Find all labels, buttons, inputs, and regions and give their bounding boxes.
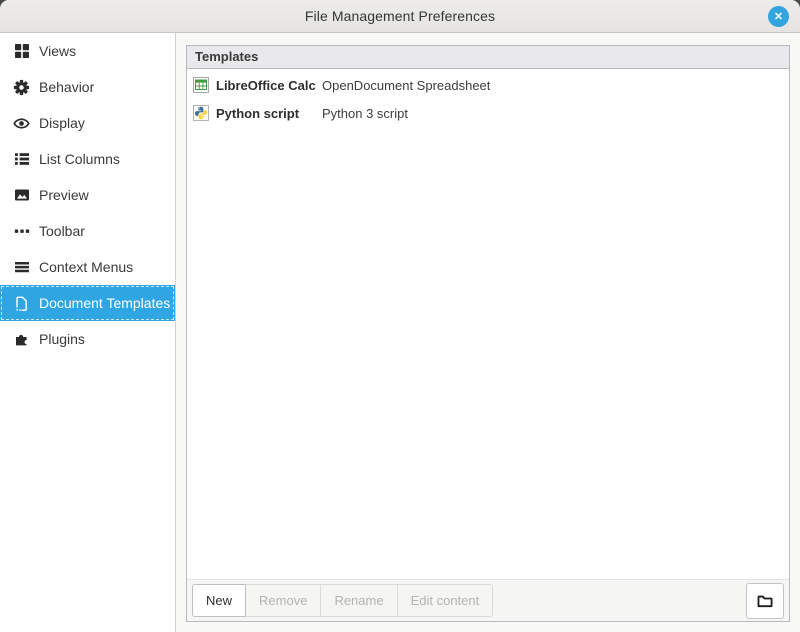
sidebar-item-behavior[interactable]: Behavior: [0, 69, 175, 105]
eye-icon: [13, 115, 30, 132]
sidebar-item-label: Toolbar: [39, 223, 85, 239]
sidebar-item-display[interactable]: Display: [0, 105, 175, 141]
rename-button[interactable]: Rename: [320, 584, 397, 617]
sidebar-item-context-menus[interactable]: Context Menus: [0, 249, 175, 285]
sidebar-item-label: Context Menus: [39, 259, 133, 275]
sidebar-item-label: Plugins: [39, 331, 85, 347]
template-actions: New Remove Rename Edit content: [192, 584, 493, 617]
close-icon: ✕: [774, 10, 783, 23]
python-icon: [193, 105, 209, 121]
template-description: OpenDocument Spreadsheet: [322, 78, 490, 93]
open-templates-folder-button[interactable]: [746, 583, 784, 619]
sidebar-item-list-columns[interactable]: List Columns: [0, 141, 175, 177]
templates-box: Templates LibreOffice Calc Ope: [186, 45, 790, 622]
image-icon: [13, 187, 30, 204]
folder-icon: [756, 592, 774, 610]
sidebar-item-label: Behavior: [39, 79, 94, 95]
template-row-libreoffice-calc[interactable]: LibreOffice Calc OpenDocument Spreadshee…: [187, 71, 789, 99]
preferences-dialog: File Management Preferences ✕ Views: [0, 0, 800, 632]
remove-button[interactable]: Remove: [245, 584, 321, 617]
templates-list: LibreOffice Calc OpenDocument Spreadshee…: [187, 69, 789, 579]
templates-panel: Templates LibreOffice Calc Ope: [176, 33, 800, 632]
close-button[interactable]: ✕: [768, 6, 789, 27]
sidebar-item-label: Views: [39, 43, 76, 59]
sidebar-item-label: Display: [39, 115, 85, 131]
document-icon: [13, 295, 30, 312]
titlebar: File Management Preferences ✕: [0, 0, 800, 33]
template-row-python-script[interactable]: Python script Python 3 script: [187, 99, 789, 127]
template-name: Python script: [216, 106, 315, 121]
dots-icon: [13, 223, 30, 240]
sidebar-item-toolbar[interactable]: Toolbar: [0, 213, 175, 249]
window-title: File Management Preferences: [305, 8, 495, 24]
sidebar-item-label: Document Templates: [39, 295, 170, 311]
new-button[interactable]: New: [192, 584, 246, 617]
list-icon: [13, 151, 30, 168]
menu-icon: [13, 259, 30, 276]
sidebar-item-label: Preview: [39, 187, 89, 203]
templates-header: Templates: [187, 46, 789, 69]
sidebar-item-preview[interactable]: Preview: [0, 177, 175, 213]
sidebar-item-document-templates[interactable]: Document Templates: [0, 285, 175, 321]
edit-content-button[interactable]: Edit content: [397, 584, 494, 617]
libreoffice-calc-icon: [193, 77, 209, 93]
template-name: LibreOffice Calc: [216, 78, 315, 93]
sidebar-item-label: List Columns: [39, 151, 120, 167]
sidebar-item-plugins[interactable]: Plugins: [0, 321, 175, 357]
grid-icon: [13, 43, 30, 60]
template-description: Python 3 script: [322, 106, 408, 121]
dialog-body: Views Behavior: [0, 33, 800, 632]
puzzle-icon: [13, 331, 30, 348]
sidebar: Views Behavior: [0, 33, 176, 632]
sidebar-item-views[interactable]: Views: [0, 33, 175, 69]
gear-icon: [13, 79, 30, 96]
templates-toolbar: New Remove Rename Edit content: [187, 579, 789, 621]
